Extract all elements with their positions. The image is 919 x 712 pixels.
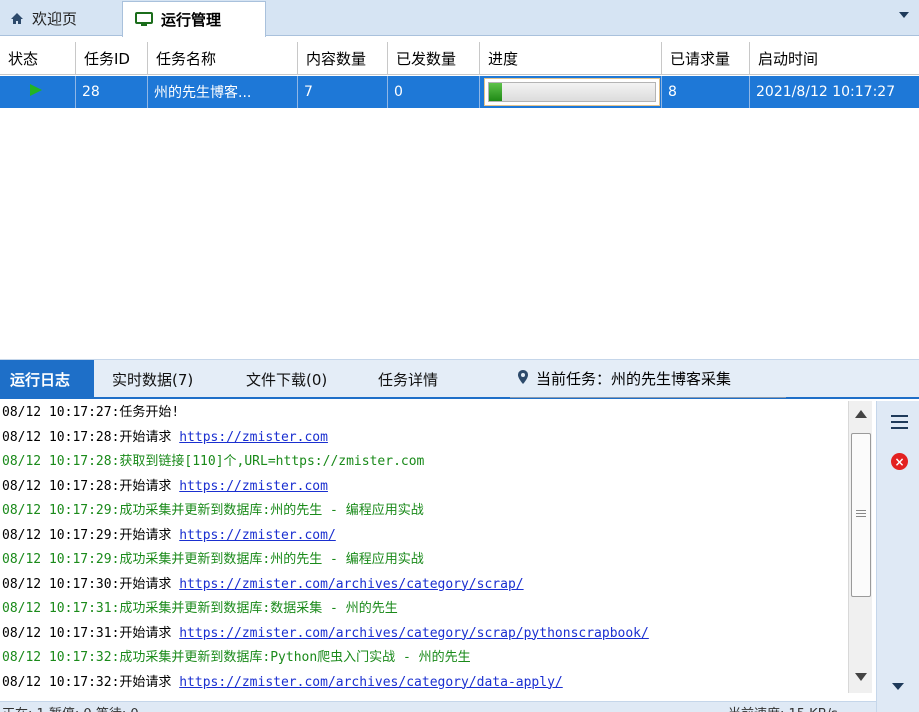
log-line-link[interactable]: https://zmister.com xyxy=(179,479,328,494)
column-header-status[interactable]: 状态 xyxy=(0,42,76,75)
log-line: 08/12 10:17:31:开始请求 https://zmister.com/… xyxy=(0,622,848,647)
log-side-toolbar: × xyxy=(876,401,919,712)
row-task-name: 州的先生博客... xyxy=(148,76,298,108)
progress-track xyxy=(488,82,656,102)
tab-run-management-label: 运行管理 xyxy=(161,11,222,29)
tab-list-dropdown-icon[interactable] xyxy=(899,12,909,18)
scroll-down-arrow-icon[interactable] xyxy=(855,673,867,681)
row-progress-bar xyxy=(484,78,660,106)
row-content-count: 7 xyxy=(298,76,388,108)
log-line-text: 08/12 10:17:29:开始请求 xyxy=(2,527,180,543)
play-icon xyxy=(28,83,44,101)
close-icon[interactable]: × xyxy=(891,453,908,470)
tab-welcome[interactable]: 欢迎页 xyxy=(0,0,112,36)
log-line: 08/12 10:17:29:成功采集并更新到数据库:州的先生 - 编程应用实战 xyxy=(0,499,848,524)
monitor-icon xyxy=(135,11,153,28)
grip-icon xyxy=(856,510,866,517)
log-line-link[interactable]: https://zmister.com/ xyxy=(179,528,336,543)
column-header-task-id[interactable]: 任务ID xyxy=(76,42,148,75)
log-line: 08/12 10:17:27:任务开始! xyxy=(0,401,848,426)
chevron-down-icon[interactable] xyxy=(892,683,904,690)
column-header-sent-count[interactable]: 已发数量 xyxy=(388,42,480,75)
log-line-link[interactable]: https://zmister.com/archives/category/da… xyxy=(179,675,563,690)
log-line-text: 08/12 10:17:29:成功采集并更新到数据库:州的先生 - 编程应用实战 xyxy=(2,552,424,567)
log-line-text: 08/12 10:17:29:成功采集并更新到数据库:州的先生 - 编程应用实战 xyxy=(2,503,424,518)
log-scrollbar[interactable] xyxy=(848,401,872,693)
tab-file-download[interactable]: 文件下载(0) xyxy=(246,360,356,398)
log-line: 08/12 10:17:31:成功采集并更新到数据库:数据采集 - 州的先生 xyxy=(0,597,848,622)
log-line-text: 08/12 10:17:27:任务开始! xyxy=(2,405,180,420)
log-line: 08/12 10:17:29:开始请求 https://zmister.com/ xyxy=(0,524,848,549)
tab-realtime-data[interactable]: 实时数据(7) xyxy=(112,360,222,398)
column-header-task-name[interactable]: 任务名称 xyxy=(148,42,298,75)
column-header-start-time[interactable]: 启动时间 xyxy=(750,42,919,75)
log-line-text: 08/12 10:17:28:开始请求 xyxy=(2,429,180,445)
menu-icon[interactable] xyxy=(891,415,908,429)
tab-run-management[interactable]: 运行管理 xyxy=(122,1,266,37)
log-line: 08/12 10:17:32:成功采集并更新到数据库:Python爬虫入门实战 … xyxy=(0,646,848,671)
log-line-text: 08/12 10:17:32:开始请求 xyxy=(2,674,180,690)
table-row[interactable]: 28 州的先生博客... 7 0 8 2021/8/12 10:17:27 xyxy=(0,76,919,108)
status-counts: 正在: 1 暂停: 0 等待: 0 xyxy=(2,703,139,712)
row-start-time: 2021/8/12 10:17:27 xyxy=(756,84,896,100)
home-icon xyxy=(10,12,24,25)
progress-fill xyxy=(489,83,503,101)
row-request-count: 8 xyxy=(662,76,750,108)
log-line-text: 08/12 10:17:31:开始请求 xyxy=(2,625,180,641)
current-task-indicator: 当前任务：州的先生博客采集 xyxy=(510,360,786,398)
log-line: 08/12 10:17:32:开始请求 https://zmister.com/… xyxy=(0,671,848,696)
grid-header: 状态 任务ID 任务名称 内容数量 已发数量 进度 已请求量 启动时间 xyxy=(0,42,919,75)
log-line-text: 08/12 10:17:30:开始请求 xyxy=(2,576,180,592)
log-line: 08/12 10:17:29:成功采集并更新到数据库:州的先生 - 编程应用实战 xyxy=(0,548,848,573)
tab-run-log[interactable]: 运行日志 xyxy=(0,360,94,398)
status-speed: 当前速度: 15 KB/s xyxy=(728,703,838,712)
task-grid: 状态 任务ID 任务名称 内容数量 已发数量 进度 已请求量 启动时间 28 州… xyxy=(0,37,919,357)
current-task-label: 当前任务：州的先生博客采集 xyxy=(536,370,732,388)
log-line: 08/12 10:17:30:开始请求 https://zmister.com/… xyxy=(0,573,848,598)
log-line-text: 08/12 10:17:32:成功采集并更新到数据库:Python爬虫入门实战 … xyxy=(2,650,471,665)
log-line: 08/12 10:17:28:获取到链接[110]个,URL=https://z… xyxy=(0,450,848,475)
row-status-cell xyxy=(0,76,76,108)
log-line-link[interactable]: https://zmister.com xyxy=(179,430,328,445)
log-line-link[interactable]: https://zmister.com/archives/category/sc… xyxy=(179,626,649,641)
tab-bar: 欢迎页 运行管理 xyxy=(0,0,919,37)
scroll-up-arrow-icon[interactable] xyxy=(855,410,867,418)
log-line: 08/12 10:17:28:开始请求 https://zmister.com xyxy=(0,426,848,451)
log-line: 08/12 10:17:28:开始请求 https://zmister.com xyxy=(0,475,848,500)
tab-welcome-label: 欢迎页 xyxy=(32,9,78,28)
run-log-panel[interactable]: 08/12 10:17:27:任务开始! 08/12 10:17:28:开始请求 … xyxy=(0,401,848,701)
column-header-request-count[interactable]: 已请求量 xyxy=(662,42,750,75)
row-task-id: 28 xyxy=(76,76,148,108)
bottom-tab-bar: 运行日志 实时数据(7) 文件下载(0) 任务详情 当前任务：州的先生博客采集 xyxy=(0,359,919,399)
column-header-progress[interactable]: 进度 xyxy=(480,42,662,75)
column-header-content-count[interactable]: 内容数量 xyxy=(298,42,388,75)
row-sent-count: 0 xyxy=(388,76,480,108)
scrollbar-thumb[interactable] xyxy=(851,433,871,597)
log-line-text: 08/12 10:17:28:开始请求 xyxy=(2,478,180,494)
log-line-text: 08/12 10:17:28:获取到链接[110]个,URL=https://z… xyxy=(2,454,425,469)
location-pin-icon xyxy=(518,369,528,388)
log-line-link[interactable]: https://zmister.com/archives/category/sc… xyxy=(179,577,523,592)
tab-task-details[interactable]: 任务详情 xyxy=(378,360,468,398)
log-line-text: 08/12 10:17:31:成功采集并更新到数据库:数据采集 - 州的先生 xyxy=(2,601,398,616)
status-bar: 正在: 1 暂停: 0 等待: 0 当前速度: 15 KB/s xyxy=(0,701,876,712)
